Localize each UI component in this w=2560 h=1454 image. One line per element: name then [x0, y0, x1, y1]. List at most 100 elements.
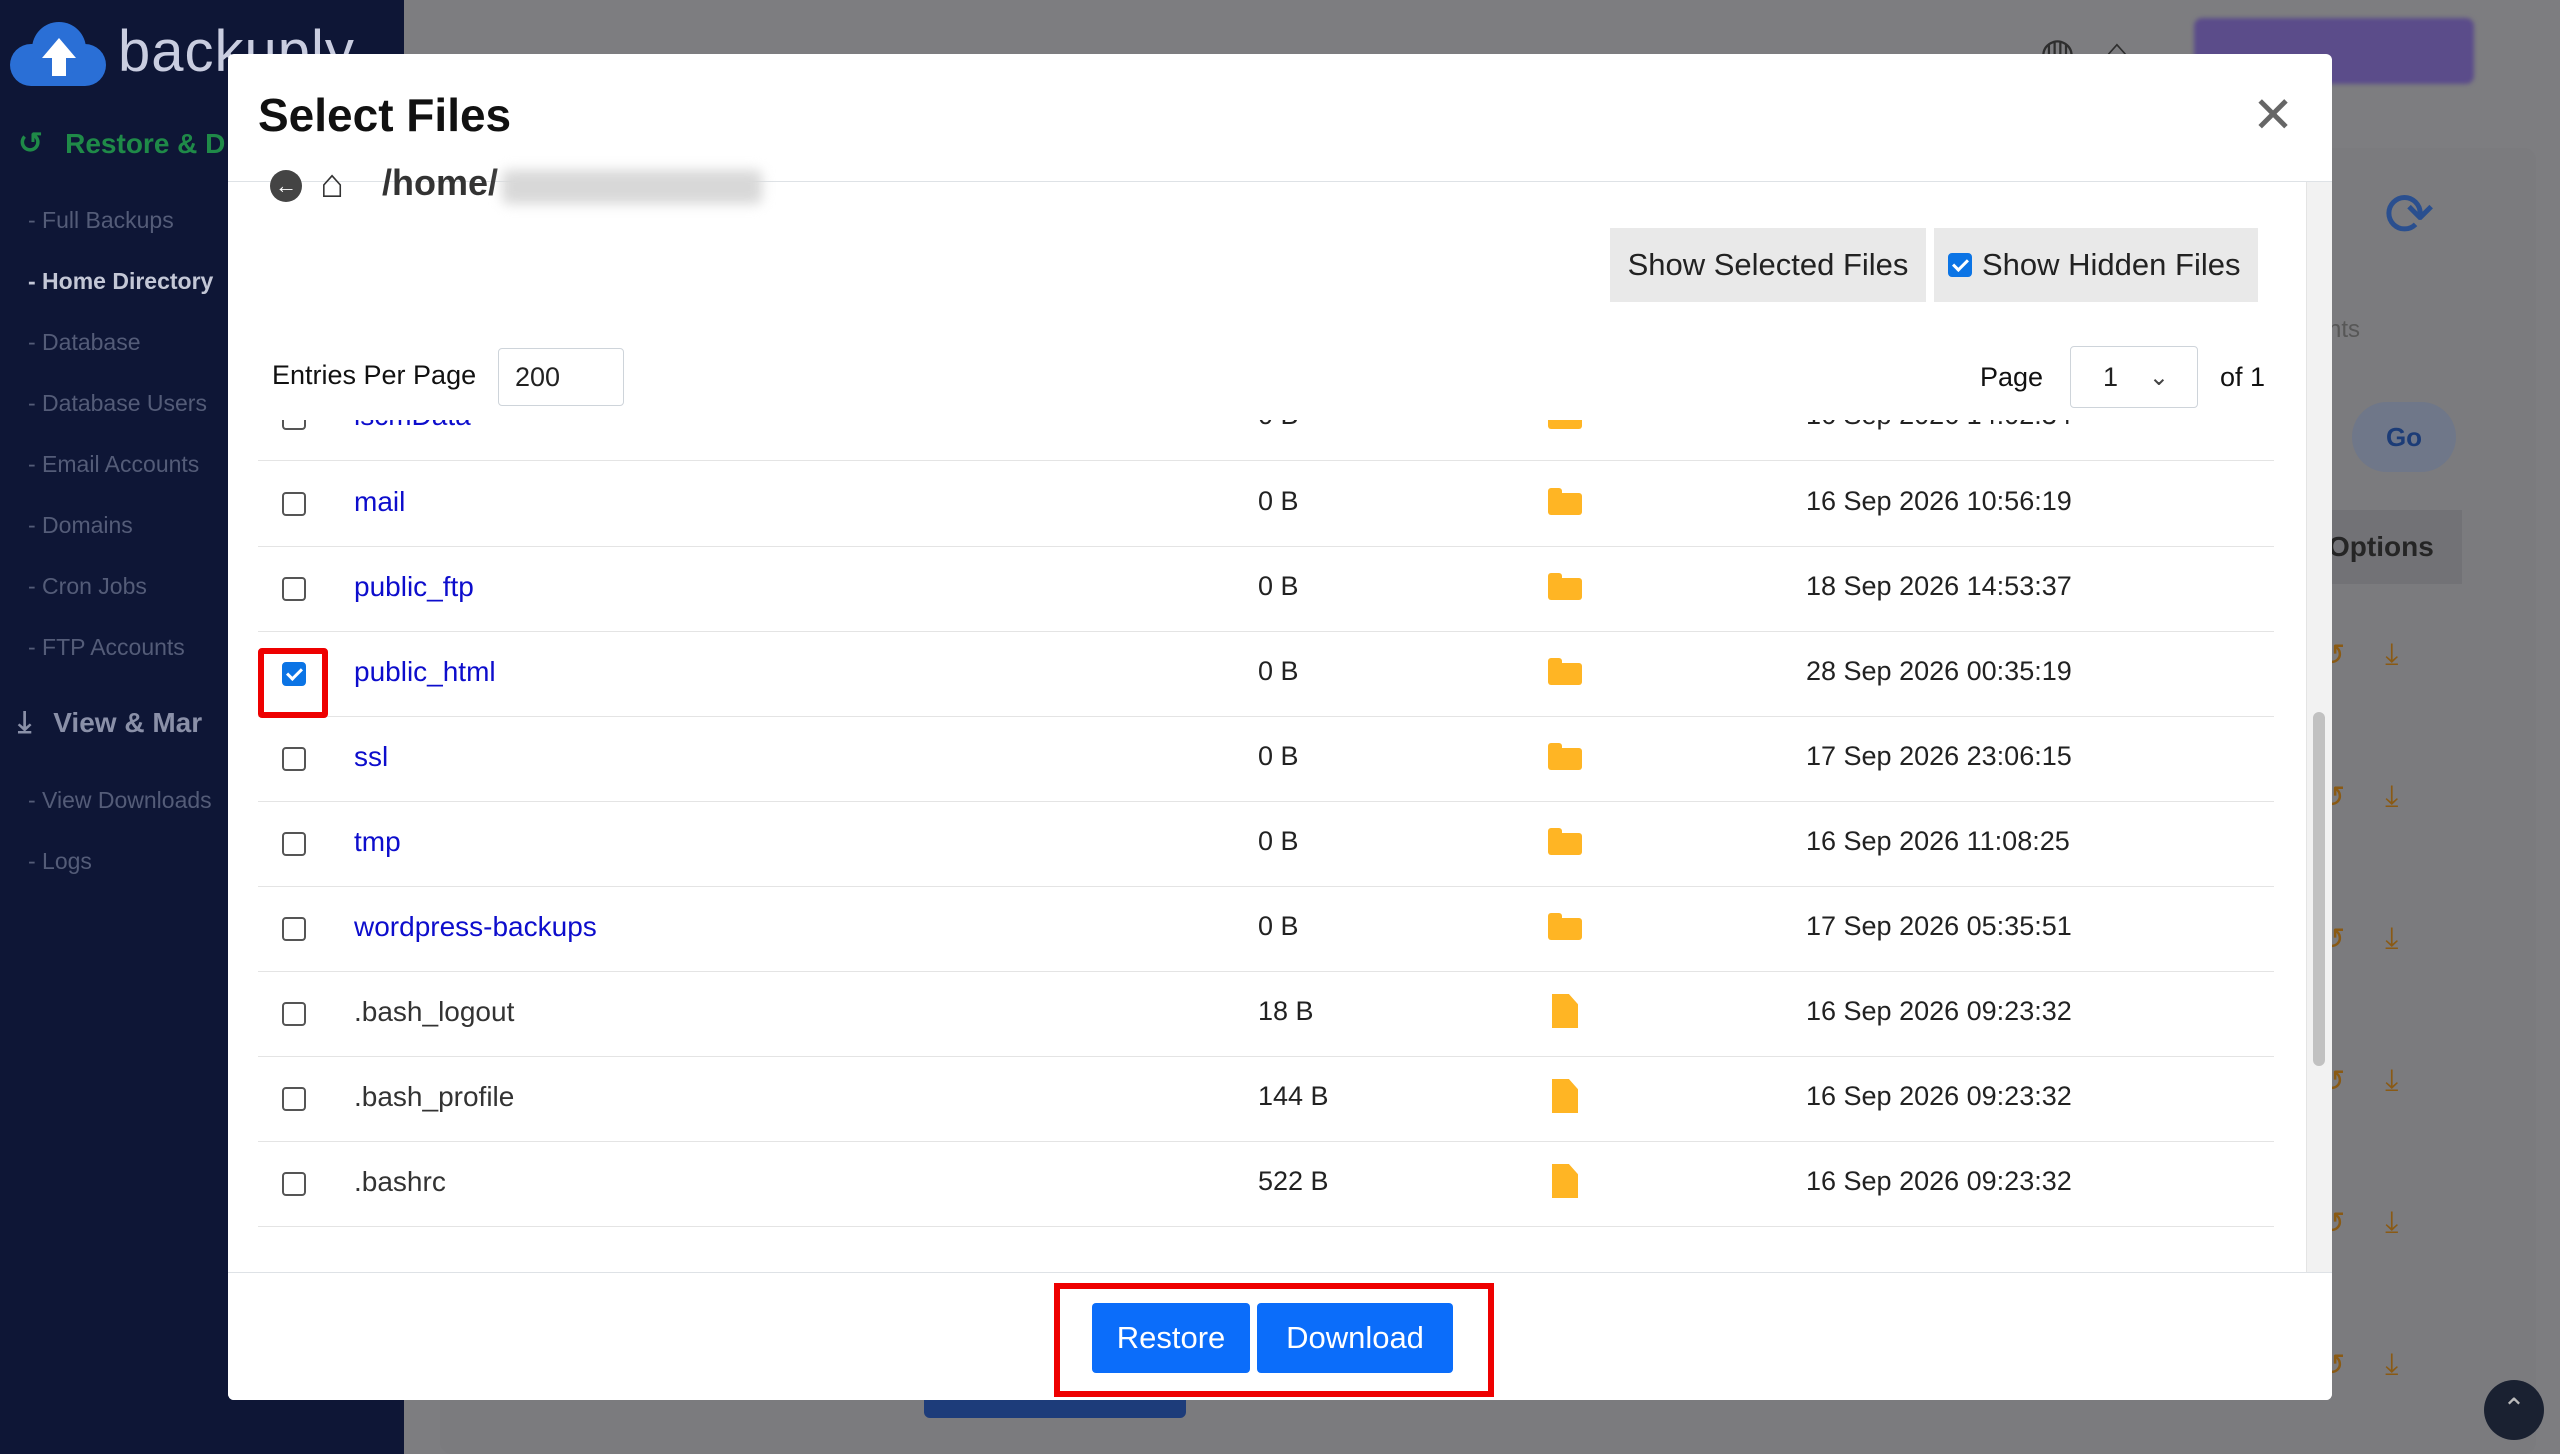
table-row[interactable]: ssl 0 B 17 Sep 2026 23:06:15: [258, 717, 2274, 802]
sidebar-section-view[interactable]: ⤓ View & Mar: [18, 706, 202, 740]
download-icon[interactable]: ⤓: [2385, 1348, 2398, 1383]
file-name[interactable]: public_html: [354, 656, 496, 688]
row-checkbox[interactable]: [282, 832, 306, 856]
show-hidden-checkbox[interactable]: [1948, 253, 1972, 277]
table-row[interactable]: lscmData 0 B 16 Sep 2026 14:02:34: [258, 420, 2274, 461]
table-row[interactable]: .bash_logout 18 B 16 Sep 2026 09:23:32: [258, 972, 2274, 1057]
go-button[interactable]: Go: [2352, 402, 2456, 472]
sidebar-item-cron-jobs[interactable]: - Cron Jobs: [28, 556, 213, 617]
file-name[interactable]: lscmData: [354, 420, 471, 432]
file-date: 17 Sep 2026 23:06:15: [1806, 741, 2072, 771]
sidebar-item-view-downloads[interactable]: - View Downloads: [28, 770, 212, 831]
file-size: 0 B: [1258, 741, 1299, 771]
file-date: 16 Sep 2026 09:23:32: [1806, 1166, 2072, 1196]
sidebar-item-database[interactable]: - Database: [28, 312, 213, 373]
table-row[interactable]: mail 0 B 16 Sep 2026 10:56:19: [258, 462, 2274, 547]
row-checkbox[interactable]: [282, 1087, 306, 1111]
file-name: .bash_profile: [354, 1081, 515, 1112]
download-icon[interactable]: ⤓: [2385, 1206, 2398, 1241]
row-checkbox[interactable]: [282, 747, 306, 771]
folder-icon: [1548, 573, 1582, 600]
action-row: ↺ ⤓: [2320, 780, 2440, 815]
row-checkbox[interactable]: [282, 420, 306, 430]
file-size: 0 B: [1258, 486, 1299, 516]
modal-footer: Restore Download: [228, 1272, 2332, 1400]
download-icon[interactable]: ⤓: [2385, 922, 2398, 957]
sidebar-view-links: - View Downloads - Logs: [28, 770, 212, 892]
file-date: 18 Sep 2026 14:53:37: [1806, 571, 2072, 601]
table-row[interactable]: wordpress-backups 0 B 17 Sep 2026 05:35:51: [258, 887, 2274, 972]
scroll-to-top-button[interactable]: ⌃: [2484, 1380, 2544, 1440]
download-icon[interactable]: ⤓: [2385, 638, 2398, 673]
folder-icon: [1548, 913, 1582, 940]
checkbox-highlight: [258, 648, 328, 718]
folder-icon: [1548, 658, 1582, 685]
sidebar-item-home-directory[interactable]: - Home Directory: [28, 251, 213, 312]
show-hidden-files-toggle[interactable]: Show Hidden Files: [1934, 228, 2258, 302]
page-select-value: 1: [2103, 361, 2119, 392]
table-row[interactable]: tmp 0 B 16 Sep 2026 11:08:25: [258, 802, 2274, 887]
file-size: 0 B: [1258, 911, 1299, 941]
entries-per-page-label: Entries Per Page: [272, 360, 477, 390]
file-date: 16 Sep 2026 14:02:34: [1806, 420, 2072, 431]
file-size: 522 B: [1258, 1166, 1329, 1196]
row-checkbox[interactable]: [282, 1002, 306, 1026]
file-size: 0 B: [1258, 656, 1299, 686]
sidebar-item-email-accounts[interactable]: - Email Accounts: [28, 434, 213, 495]
folder-icon: [1548, 743, 1582, 770]
scrollbar-thumb[interactable]: [2313, 712, 2325, 1066]
row-checkbox[interactable]: [282, 492, 306, 516]
file-size: 0 B: [1258, 420, 1299, 431]
file-name[interactable]: ssl: [354, 741, 388, 773]
table-row[interactable]: .bash_profile 144 B 16 Sep 2026 09:23:32: [258, 1057, 2274, 1142]
show-hidden-label: Show Hidden Files: [1982, 247, 2241, 282]
modal-scrollbar[interactable]: [2306, 182, 2332, 1324]
folder-icon: [1548, 828, 1582, 855]
row-checkbox[interactable]: [282, 1172, 306, 1196]
file-date: 17 Sep 2026 05:35:51: [1806, 911, 2072, 941]
sidebar-section-restore-label: Restore & D: [65, 127, 226, 159]
file-name[interactable]: mail: [354, 486, 405, 518]
action-row: ↺ ⤓: [2320, 1348, 2440, 1383]
sidebar-item-domains[interactable]: - Domains: [28, 495, 213, 556]
modal-header: Select Files ✕: [228, 54, 2332, 182]
close-icon[interactable]: ✕: [2252, 90, 2294, 140]
file-name[interactable]: wordpress-backups: [354, 911, 597, 943]
file-size: 144 B: [1258, 1081, 1329, 1111]
show-selected-files-button[interactable]: Show Selected Files: [1610, 228, 1926, 302]
action-row: ↺ ⤓: [2320, 638, 2440, 673]
row-checkbox[interactable]: [282, 577, 306, 601]
table-row[interactable]: public_html 0 B 28 Sep 2026 00:35:19: [258, 632, 2274, 717]
restore-button[interactable]: Restore: [1092, 1303, 1250, 1373]
page-select[interactable]: 1 ⌄: [2070, 346, 2198, 408]
download-icon[interactable]: ⤓: [2385, 780, 2398, 815]
row-checkbox[interactable]: [282, 917, 306, 941]
back-arrow-icon[interactable]: ←: [270, 170, 302, 202]
table-row[interactable]: .bashrc 522 B 16 Sep 2026 09:23:32: [258, 1142, 2274, 1227]
home-icon[interactable]: ⌂: [320, 162, 344, 207]
download-button[interactable]: Download: [1257, 1303, 1453, 1373]
background-text: nts: [2328, 316, 2361, 343]
file-date: 16 Sep 2026 09:23:32: [1806, 996, 2072, 1026]
entries-per-page-input[interactable]: [498, 348, 624, 406]
restore-icon: ↺: [18, 127, 44, 160]
folder-icon: [1548, 420, 1582, 429]
file-name[interactable]: public_ftp: [354, 571, 474, 603]
table-row[interactable]: public_ftp 0 B 18 Sep 2026 14:53:37: [258, 547, 2274, 632]
download-icon: ⤓: [18, 706, 32, 739]
refresh-icon[interactable]: ⟳: [2384, 180, 2434, 250]
sidebar-restore-links: - Full Backups - Home Directory - Databa…: [28, 190, 213, 678]
sidebar-section-restore[interactable]: ↺ Restore & D: [18, 126, 225, 161]
file-name[interactable]: tmp: [354, 826, 401, 858]
chevron-down-icon: ⌄: [2148, 364, 2169, 391]
modal-title: Select Files: [258, 89, 512, 141]
sidebar-item-database-users[interactable]: - Database Users: [28, 373, 213, 434]
download-icon[interactable]: ⤓: [2385, 1064, 2398, 1099]
sidebar-item-full-backups[interactable]: - Full Backups: [28, 190, 213, 251]
cloud-upload-icon: [10, 16, 106, 86]
file-name: .bash_logout: [354, 996, 515, 1027]
action-row: ↺ ⤓: [2320, 1064, 2440, 1099]
sidebar-item-ftp-accounts[interactable]: - FTP Accounts: [28, 617, 213, 678]
file-icon: [1548, 1164, 1578, 1198]
sidebar-item-logs[interactable]: - Logs: [28, 831, 212, 892]
